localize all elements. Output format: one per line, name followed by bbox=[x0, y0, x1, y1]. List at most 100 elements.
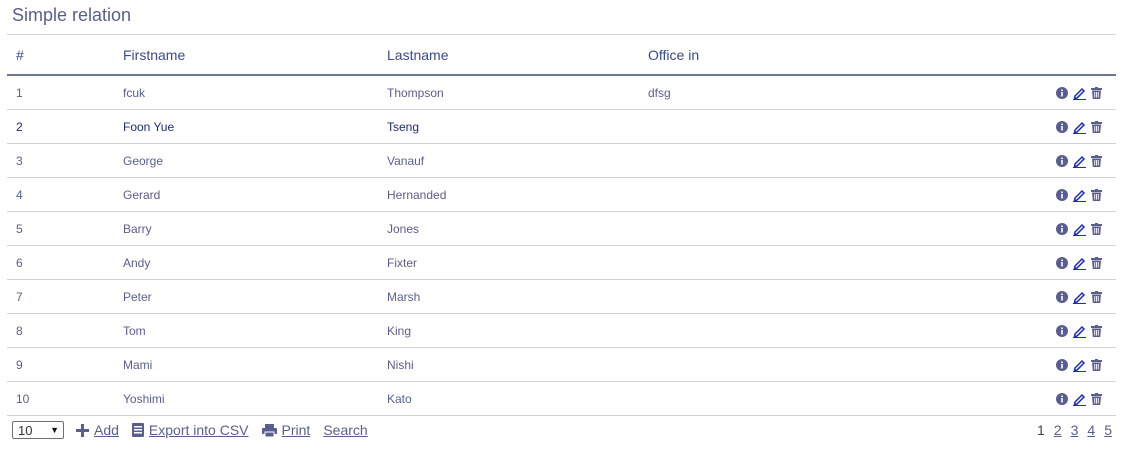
row-actions bbox=[1056, 189, 1102, 202]
info-icon[interactable] bbox=[1056, 155, 1068, 168]
cell-actions bbox=[1012, 177, 1116, 212]
trash-icon[interactable] bbox=[1091, 257, 1102, 270]
info-icon[interactable] bbox=[1056, 257, 1068, 270]
cell-firstname: Foon Yue bbox=[123, 109, 387, 144]
row-actions bbox=[1056, 393, 1102, 406]
cell-number: 2 bbox=[7, 109, 123, 144]
cell-actions bbox=[1012, 245, 1116, 280]
trash-icon[interactable] bbox=[1091, 359, 1102, 372]
info-icon[interactable] bbox=[1056, 325, 1068, 338]
table-row[interactable]: 5 Barry Jones bbox=[7, 211, 1116, 246]
table-row[interactable]: 10 Yoshimi Kato bbox=[7, 381, 1116, 416]
row-actions bbox=[1056, 155, 1102, 168]
cell-firstname: fcuk bbox=[123, 75, 387, 110]
cell-firstname: Gerard bbox=[123, 177, 387, 212]
table-row[interactable]: 6 Andy Fixter bbox=[7, 245, 1116, 280]
trash-icon[interactable] bbox=[1091, 223, 1102, 236]
pagination: 12345 bbox=[1037, 420, 1112, 440]
table-row[interactable]: 9 Mami Nishi bbox=[7, 347, 1116, 382]
edit-icon[interactable] bbox=[1073, 257, 1086, 270]
cell-actions bbox=[1012, 313, 1116, 348]
trash-icon[interactable] bbox=[1091, 325, 1102, 338]
info-icon[interactable] bbox=[1056, 87, 1068, 100]
page-link-4[interactable]: 4 bbox=[1087, 422, 1095, 438]
page-link-1[interactable]: 1 bbox=[1037, 422, 1045, 438]
row-actions bbox=[1056, 87, 1102, 100]
print-label: Print bbox=[281, 422, 311, 438]
add-button[interactable]: Add bbox=[76, 422, 119, 438]
cell-number: 1 bbox=[7, 75, 123, 110]
trash-icon[interactable] bbox=[1091, 393, 1102, 406]
table-row[interactable]: 1 fcuk Thompson dfsg bbox=[7, 75, 1116, 110]
table-row[interactable]: 4 Gerard Hernanded bbox=[7, 177, 1116, 212]
cell-lastname: Tseng bbox=[387, 109, 648, 144]
trash-icon[interactable] bbox=[1091, 155, 1102, 168]
cell-number: 7 bbox=[7, 279, 123, 314]
cell-office bbox=[648, 109, 1012, 144]
info-icon[interactable] bbox=[1056, 189, 1068, 202]
trash-icon[interactable] bbox=[1091, 121, 1102, 134]
info-icon[interactable] bbox=[1056, 393, 1068, 406]
edit-icon[interactable] bbox=[1073, 189, 1086, 202]
table-row[interactable]: 2 Foon Yue Tseng bbox=[7, 109, 1116, 144]
info-icon[interactable] bbox=[1056, 223, 1068, 236]
cell-lastname: Fixter bbox=[387, 245, 648, 280]
cell-office bbox=[648, 245, 1012, 280]
column-header-actions bbox=[1012, 35, 1116, 76]
printer-icon bbox=[261, 423, 277, 437]
info-icon[interactable] bbox=[1056, 291, 1068, 304]
page-link-5[interactable]: 5 bbox=[1104, 422, 1112, 438]
cell-lastname: Hernanded bbox=[387, 177, 648, 212]
column-header-number[interactable]: # bbox=[7, 35, 123, 76]
cell-lastname: King bbox=[387, 313, 648, 348]
table-row[interactable]: 7 Peter Marsh bbox=[7, 279, 1116, 314]
cell-lastname: Nishi bbox=[387, 347, 648, 382]
cell-number: 6 bbox=[7, 245, 123, 280]
page-size-select[interactable]: 10 ▼ bbox=[12, 421, 64, 439]
plus-icon bbox=[76, 423, 89, 437]
export-csv-button[interactable]: Export into CSV bbox=[131, 422, 249, 438]
column-header-lastname[interactable]: Lastname bbox=[387, 35, 648, 76]
cell-office bbox=[648, 211, 1012, 246]
cell-number: 9 bbox=[7, 347, 123, 382]
edit-icon[interactable] bbox=[1073, 359, 1086, 372]
edit-icon[interactable] bbox=[1073, 155, 1086, 168]
print-button[interactable]: Print bbox=[261, 422, 311, 438]
row-actions bbox=[1056, 291, 1102, 304]
cell-actions bbox=[1012, 211, 1116, 246]
cell-lastname: Kato bbox=[387, 381, 648, 416]
trash-icon[interactable] bbox=[1091, 291, 1102, 304]
cell-number: 4 bbox=[7, 177, 123, 212]
page-link-2[interactable]: 2 bbox=[1054, 422, 1062, 438]
cell-office bbox=[648, 143, 1012, 178]
cell-office bbox=[648, 347, 1012, 382]
cell-number: 10 bbox=[7, 381, 123, 416]
page-link-3[interactable]: 3 bbox=[1071, 422, 1079, 438]
table-row[interactable]: 8 Tom King bbox=[7, 313, 1116, 348]
cell-firstname: Mami bbox=[123, 347, 387, 382]
row-actions bbox=[1056, 223, 1102, 236]
search-link[interactable]: Search bbox=[323, 422, 367, 438]
column-header-office[interactable]: Office in bbox=[648, 35, 1012, 76]
document-icon bbox=[131, 423, 144, 437]
table-row[interactable]: 3 George Vanauf bbox=[7, 143, 1116, 178]
edit-icon[interactable] bbox=[1073, 87, 1086, 100]
info-icon[interactable] bbox=[1056, 121, 1068, 134]
edit-icon[interactable] bbox=[1073, 121, 1086, 134]
table-header-row: # Firstname Lastname Office in bbox=[7, 35, 1116, 76]
trash-icon[interactable] bbox=[1091, 189, 1102, 202]
edit-icon[interactable] bbox=[1073, 393, 1086, 406]
export-label: Export into CSV bbox=[148, 422, 249, 438]
cell-lastname: Marsh bbox=[387, 279, 648, 314]
trash-icon[interactable] bbox=[1091, 87, 1102, 100]
edit-icon[interactable] bbox=[1073, 325, 1086, 338]
chevron-down-icon: ▼ bbox=[50, 425, 59, 435]
info-icon[interactable] bbox=[1056, 359, 1068, 372]
page-title: Simple relation bbox=[12, 5, 132, 25]
edit-icon[interactable] bbox=[1073, 223, 1086, 236]
edit-icon[interactable] bbox=[1073, 291, 1086, 304]
cell-number: 8 bbox=[7, 313, 123, 348]
cell-lastname: Thompson bbox=[387, 75, 648, 110]
cell-number: 3 bbox=[7, 143, 123, 178]
column-header-firstname[interactable]: Firstname bbox=[123, 35, 387, 76]
